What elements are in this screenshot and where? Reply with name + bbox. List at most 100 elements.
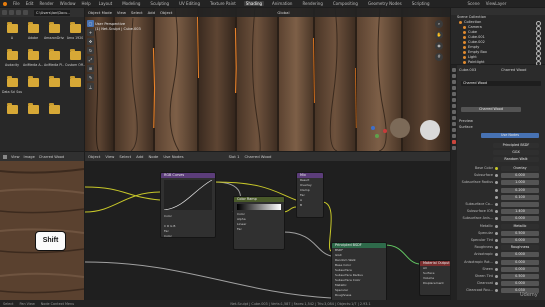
node-socket-row[interactable]: B [297,203,323,208]
property-value-field[interactable]: Roughness [501,245,539,251]
menu-view[interactable]: View [11,155,20,159]
socket-icon[interactable] [495,231,498,235]
property-value-field[interactable]: 0.500 [501,274,539,279]
folder-item[interactable]: AmazonDrive [44,21,64,47]
property-value-field[interactable]: 1.400 [501,209,539,215]
menu-select[interactable]: Select [131,10,143,15]
menu-edit[interactable]: Edit [26,1,34,6]
node-socket-row[interactable]: Color [161,234,215,237]
cursor-icon[interactable]: + [87,29,94,36]
select-box-icon[interactable]: ▢ [87,20,94,27]
tab-geometry-nodes[interactable]: Geometry Nodes [366,1,404,6]
preview-section[interactable]: Preview [459,119,473,123]
annotate-icon[interactable]: ✎ [87,74,94,81]
view-layer-selector[interactable]: ViewLayer [486,1,507,6]
transform-icon[interactable]: ⊞ [87,65,94,72]
property-value-field[interactable]: 0.000 [501,173,539,179]
folder-item[interactable]: AviMedia Pl... [44,48,64,74]
transform-orientation[interactable]: Global [277,10,289,15]
node-title[interactable]: Color Ramp [234,197,284,202]
socket-icon[interactable] [495,289,498,293]
scale-icon[interactable]: ⤢ [87,56,94,63]
color-ramp-gradient[interactable] [237,204,281,210]
socket-icon[interactable] [495,217,498,221]
menu-view[interactable]: View [117,10,126,15]
modifier-tab-icon[interactable] [452,110,456,114]
folder-item[interactable] [44,102,64,128]
camera-icon[interactable]: ◉ [435,42,443,50]
node-material-output[interactable]: Material Output All Surface Volume Displacem… [419,260,450,296]
tab-shading[interactable]: Shading [243,1,265,6]
node-rgb-curves[interactable]: RGB Curves Color C R G B Fac Color [160,172,216,238]
forward-icon[interactable] [9,10,14,15]
property-value-field[interactable]: 0.000 [501,266,539,272]
curve-graph[interactable] [163,179,213,211]
particles-tab-icon[interactable] [452,116,456,120]
tab-scripting[interactable]: Scripting [410,1,432,6]
socket-icon[interactable] [495,246,498,250]
folder-item[interactable] [23,102,43,128]
constraints-tab-icon[interactable] [452,128,456,132]
world-tab-icon[interactable] [452,98,456,102]
property-value-field[interactable]: 0.200 [501,187,539,193]
folder-item[interactable]: Audacity [2,48,22,74]
socket-icon[interactable] [495,195,498,199]
measure-icon[interactable]: ⟂ [87,83,94,90]
tab-rendering[interactable]: Rendering [300,1,324,6]
socket-icon[interactable] [495,239,498,242]
socket-icon[interactable] [495,260,498,264]
socket-icon[interactable] [495,253,498,257]
material-slot-list[interactable]: Charred Wood [461,81,541,86]
surface-section[interactable]: Surface [459,125,473,129]
property-value-field[interactable]: 0.000 [501,281,539,287]
socket-icon[interactable] [495,224,498,228]
folder-item[interactable] [65,75,85,101]
output-tab-icon[interactable] [452,80,456,84]
editor-type-icon[interactable] [3,154,7,159]
menu-add[interactable]: Add [148,10,155,15]
pan-hand-icon[interactable]: ✋ [435,31,443,39]
mode-selector[interactable]: Object Mode [88,10,112,15]
socket-icon[interactable] [495,267,498,271]
material-name-field[interactable]: Charred Wood [461,107,521,112]
socket-icon[interactable] [495,181,498,185]
surface-shader-field[interactable]: Principled BSDF [493,143,539,148]
path-field[interactable]: C:\Users\Ian\Docu... [34,9,70,16]
image-editor-panel[interactable]: View Image Charred Wood [0,152,84,300]
node-socket-row[interactable]: Displacement [420,281,450,286]
distribution-field[interactable]: GGX [493,150,539,155]
socket-icon[interactable] [495,210,498,214]
property-value-field[interactable]: 0.100 [501,194,539,200]
property-value-field[interactable]: Metallic [501,223,539,229]
node-color-ramp[interactable]: Color Ramp Color Alpha Linear Fac [233,196,285,250]
menu-help[interactable]: Help [81,1,90,6]
parent-dir-icon[interactable] [16,10,21,15]
menu-object[interactable]: Object [160,10,172,15]
property-value-field[interactable]: 0.000 [501,216,539,222]
property-value-field[interactable]: 0.000 [501,252,539,258]
render-tab-icon[interactable] [452,74,456,78]
use-nodes-button[interactable]: Use Nodes [481,133,539,138]
tab-compositing[interactable]: Compositing [331,1,360,6]
rotate-icon[interactable]: ↻ [87,47,94,54]
socket-icon[interactable] [495,167,498,170]
3d-viewport[interactable]: Object Mode View Select Add Object Globa… [85,8,450,151]
socket-icon[interactable] [495,188,498,192]
move-icon[interactable]: ✥ [87,38,94,45]
physics-tab-icon[interactable] [452,122,456,126]
socket-icon[interactable] [495,203,498,206]
shader-node-editor[interactable]: Object View Select Add Node Use Nodes Sl… [85,152,450,300]
tool-tab-icon[interactable] [452,68,456,72]
socket-icon[interactable] [495,275,498,278]
folder-item[interactable]: Arno 1920 [65,21,85,47]
texture-tab-icon[interactable] [452,146,456,150]
folder-item[interactable]: Adobe [23,21,43,47]
node-socket-row[interactable]: Fac [234,227,284,232]
property-value-field[interactable]: 1.000 [501,180,539,186]
object-tab-icon[interactable] [452,104,456,108]
property-value-field[interactable]: 0.000 [501,238,539,243]
back-icon[interactable] [2,10,7,15]
refresh-icon[interactable] [23,10,28,15]
node-title[interactable]: RGB Curves [161,173,215,178]
property-value-field[interactable]: Overlay [501,166,539,171]
